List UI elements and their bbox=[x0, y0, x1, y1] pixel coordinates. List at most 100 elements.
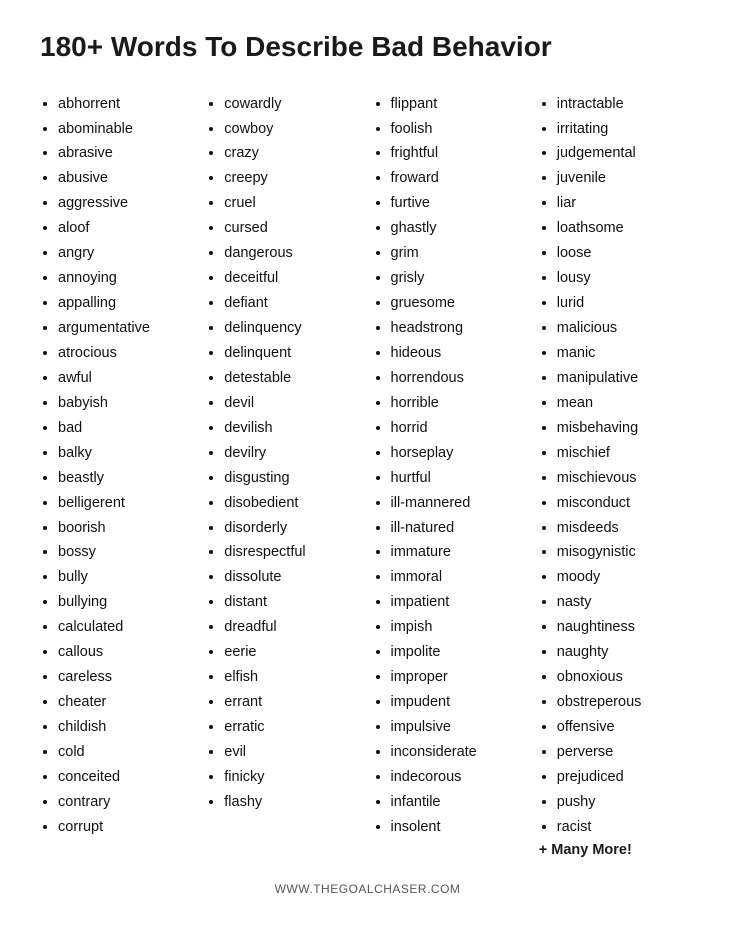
list-item: gruesome bbox=[391, 291, 529, 316]
list-item: devilry bbox=[224, 441, 362, 466]
list-item: delinquent bbox=[224, 341, 362, 366]
word-column-2: cowardlycowboycrazycreepycruelcurseddang… bbox=[206, 92, 362, 858]
list-item: impish bbox=[391, 615, 529, 640]
list-item: horrendous bbox=[391, 366, 529, 391]
list-item: malicious bbox=[557, 316, 695, 341]
list-item: cursed bbox=[224, 216, 362, 241]
list-item: flippant bbox=[391, 92, 529, 117]
list-item: flashy bbox=[224, 790, 362, 815]
list-item: horseplay bbox=[391, 441, 529, 466]
list-item: evil bbox=[224, 740, 362, 765]
list-item: immoral bbox=[391, 565, 529, 590]
list-item: bossy bbox=[58, 540, 196, 565]
list-item: elfish bbox=[224, 665, 362, 690]
list-item: abominable bbox=[58, 117, 196, 142]
list-item: frightful bbox=[391, 141, 529, 166]
list-item: foolish bbox=[391, 117, 529, 142]
list-item: bullying bbox=[58, 590, 196, 615]
list-item: intractable bbox=[557, 92, 695, 117]
list-item: misdeeds bbox=[557, 516, 695, 541]
list-item: awful bbox=[58, 366, 196, 391]
list-item: disorderly bbox=[224, 516, 362, 541]
list-item: careless bbox=[58, 665, 196, 690]
list-item: immature bbox=[391, 540, 529, 565]
list-item: detestable bbox=[224, 366, 362, 391]
list-item: cold bbox=[58, 740, 196, 765]
list-item: ill-mannered bbox=[391, 491, 529, 516]
list-item: offensive bbox=[557, 715, 695, 740]
list-item: furtive bbox=[391, 191, 529, 216]
list-item: balky bbox=[58, 441, 196, 466]
list-item: belligerent bbox=[58, 491, 196, 516]
list-item: appalling bbox=[58, 291, 196, 316]
list-item: defiant bbox=[224, 291, 362, 316]
list-item: argumentative bbox=[58, 316, 196, 341]
list-item: distant bbox=[224, 590, 362, 615]
list-item: mischief bbox=[557, 441, 695, 466]
list-item: inconsiderate bbox=[391, 740, 529, 765]
list-item: creepy bbox=[224, 166, 362, 191]
list-item: dissolute bbox=[224, 565, 362, 590]
list-item: annoying bbox=[58, 266, 196, 291]
list-item: misogynistic bbox=[557, 540, 695, 565]
list-item: improper bbox=[391, 665, 529, 690]
list-item: manipulative bbox=[557, 366, 695, 391]
list-item: lurid bbox=[557, 291, 695, 316]
list-item: perverse bbox=[557, 740, 695, 765]
list-item: obnoxious bbox=[557, 665, 695, 690]
list-item: corrupt bbox=[58, 815, 196, 840]
list-item: naughty bbox=[557, 640, 695, 665]
list-item: liar bbox=[557, 191, 695, 216]
list-item: impatient bbox=[391, 590, 529, 615]
list-item: angry bbox=[58, 241, 196, 266]
list-item: impolite bbox=[391, 640, 529, 665]
list-item: insolent bbox=[391, 815, 529, 840]
list-item: delinquency bbox=[224, 316, 362, 341]
list-item: calculated bbox=[58, 615, 196, 640]
list-item: judgemental bbox=[557, 141, 695, 166]
list-item: contrary bbox=[58, 790, 196, 815]
list-item: bully bbox=[58, 565, 196, 590]
list-item: boorish bbox=[58, 516, 196, 541]
list-item: prejudiced bbox=[557, 765, 695, 790]
word-column-3: flippantfoolishfrightfulfrowardfurtivegh… bbox=[373, 92, 529, 858]
list-item: mischievous bbox=[557, 466, 695, 491]
word-column-1: abhorrentabominableabrasiveabusiveaggres… bbox=[40, 92, 196, 858]
list-item: babyish bbox=[58, 391, 196, 416]
list-item: finicky bbox=[224, 765, 362, 790]
list-item: callous bbox=[58, 640, 196, 665]
list-item: mean bbox=[557, 391, 695, 416]
list-item: naughtiness bbox=[557, 615, 695, 640]
list-item: abhorrent bbox=[58, 92, 196, 117]
list-item: errant bbox=[224, 690, 362, 715]
list-item: abusive bbox=[58, 166, 196, 191]
list-item: loose bbox=[557, 241, 695, 266]
list-item: loathsome bbox=[557, 216, 695, 241]
list-item: grim bbox=[391, 241, 529, 266]
list-item: horrid bbox=[391, 416, 529, 441]
list-item: pushy bbox=[557, 790, 695, 815]
list-item: manic bbox=[557, 341, 695, 366]
word-column-4: intractableirritatingjudgementaljuvenile… bbox=[539, 92, 695, 858]
list-item: abrasive bbox=[58, 141, 196, 166]
list-item: conceited bbox=[58, 765, 196, 790]
list-item: hurtful bbox=[391, 466, 529, 491]
list-item: horrible bbox=[391, 391, 529, 416]
list-item: deceitful bbox=[224, 266, 362, 291]
list-item: bad bbox=[58, 416, 196, 441]
list-item: impudent bbox=[391, 690, 529, 715]
list-item: cheater bbox=[58, 690, 196, 715]
list-item: nasty bbox=[557, 590, 695, 615]
list-item: impulsive bbox=[391, 715, 529, 740]
list-item: atrocious bbox=[58, 341, 196, 366]
list-item: dreadful bbox=[224, 615, 362, 640]
list-item: aloof bbox=[58, 216, 196, 241]
list-item: lousy bbox=[557, 266, 695, 291]
page-title: 180+ Words To Describe Bad Behavior bbox=[40, 30, 695, 64]
list-item: childish bbox=[58, 715, 196, 740]
list-item: erratic bbox=[224, 715, 362, 740]
list-item: beastly bbox=[58, 466, 196, 491]
list-item: infantile bbox=[391, 790, 529, 815]
list-item: aggressive bbox=[58, 191, 196, 216]
list-item: cowboy bbox=[224, 117, 362, 142]
